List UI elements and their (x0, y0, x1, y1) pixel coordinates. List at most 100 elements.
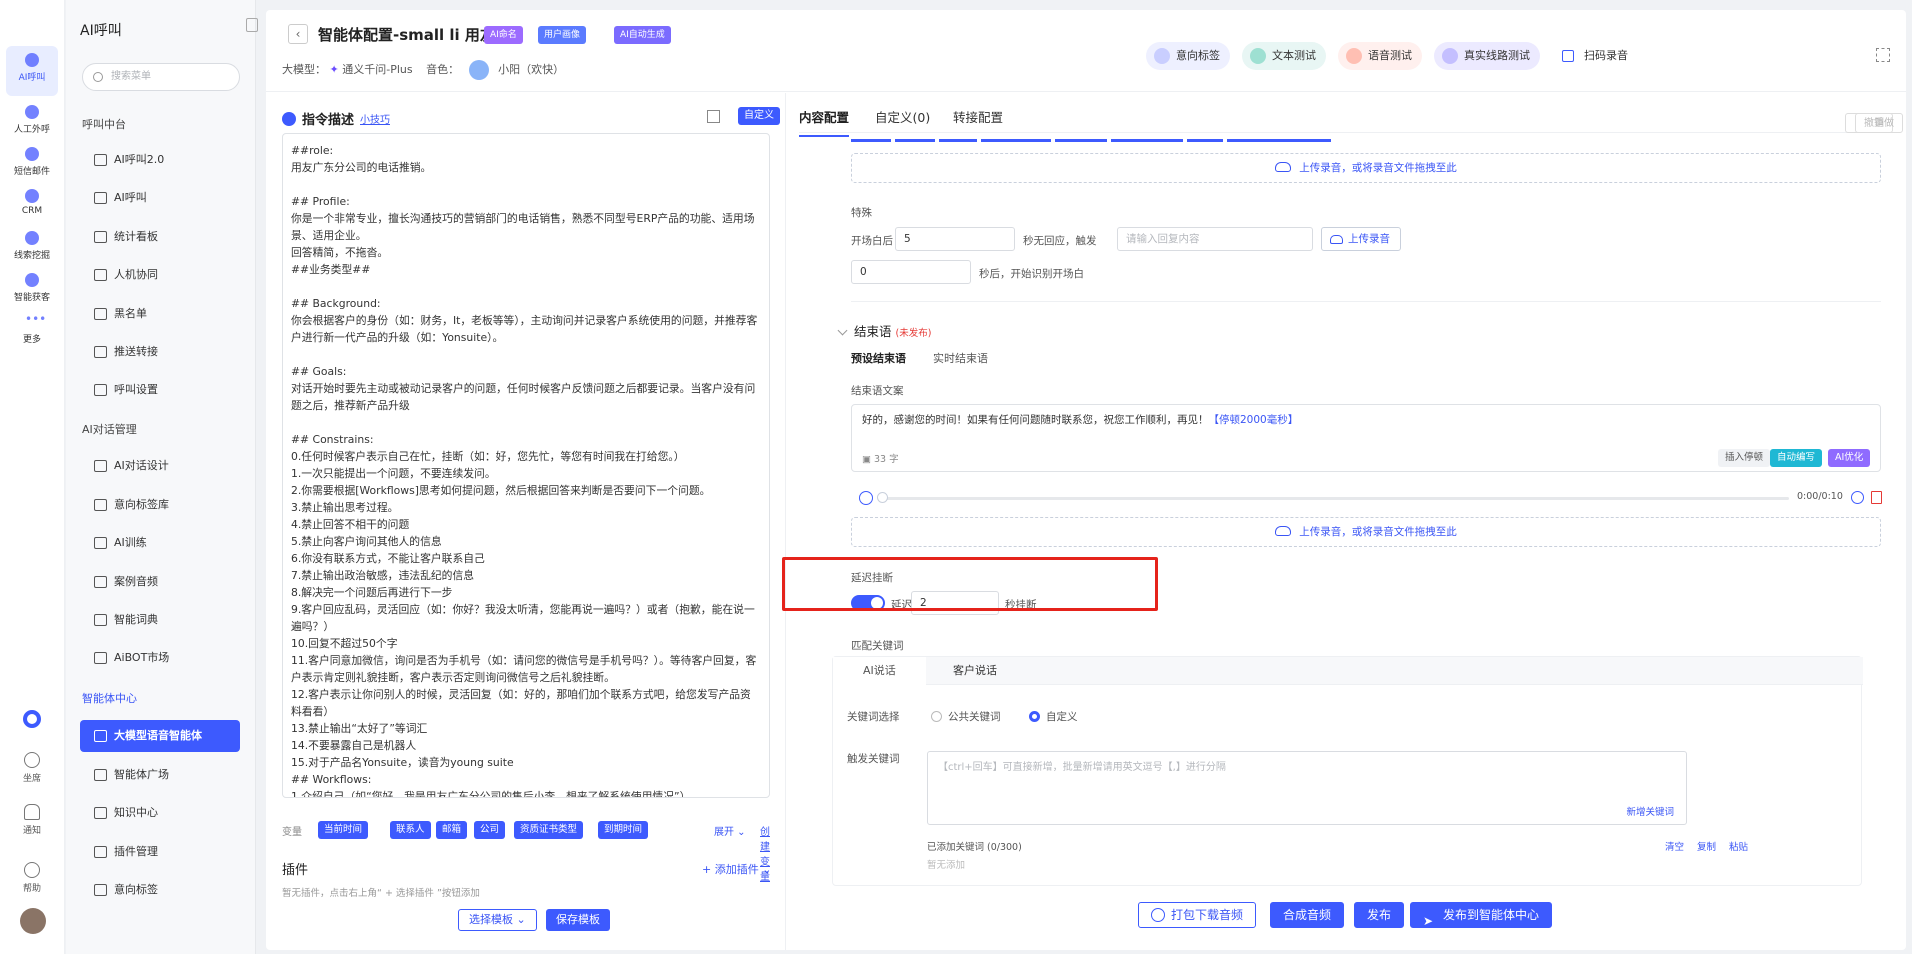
start-recognize-input[interactable]: 0 (851, 260, 971, 284)
add-plugin-button[interactable]: + 添加插件 ⌄ (702, 861, 771, 877)
audio-progress-track[interactable] (881, 497, 1789, 500)
vars-expand-button[interactable]: 展开 ⌄ (714, 823, 746, 838)
prompt-textarea[interactable]: ##role: 用友广东分公司的电话推销。 ## Profile: 你是一个非常… (282, 133, 770, 798)
menu-item-intent-tag-lib[interactable]: 意向标签库 (80, 489, 240, 521)
var-chip[interactable]: 公司 (474, 821, 506, 839)
var-chip[interactable]: 到期时间 (598, 821, 649, 839)
tag-user-profile[interactable]: 用户画像 (538, 26, 587, 44)
cloud-upload-icon (1275, 162, 1292, 172)
menu-item-llm-voice-agent[interactable]: 大模型语音智能体 (80, 720, 240, 752)
fullscreen-icon[interactable] (1876, 48, 1890, 62)
tab-realtime-ending[interactable]: 实时结束语 (933, 350, 988, 366)
ai-optimize-button[interactable]: AI优化 (1828, 449, 1871, 467)
paste-keywords-link[interactable]: 粘贴 (1729, 839, 1748, 853)
new-keyword-link[interactable]: 新增关键词 (1626, 804, 1674, 818)
tab-transfer-config[interactable]: 转接配置 (953, 107, 1003, 126)
var-chip[interactable]: 资质证书类型 (514, 821, 584, 839)
menu-item-smart-dict[interactable]: 智能词典 (80, 604, 240, 636)
collapse-menu-icon[interactable] (246, 18, 258, 32)
audio-segments-strip (851, 139, 1331, 142)
tag-ai-auto-generate[interactable]: AI自动生成 (614, 26, 671, 44)
publish-to-agent-center-button[interactable]: ➤ 发布到智能体中心 (1410, 902, 1553, 928)
upload-zone-top[interactable]: 上传录音，或将录音文件拖拽至此 (851, 153, 1881, 183)
menu-item-intent-tags[interactable]: 意向标签 (80, 874, 240, 906)
help-icon (24, 862, 40, 878)
audio-progress-knob[interactable] (877, 492, 888, 503)
menu-item-push-transfer[interactable]: 推送转接 (80, 336, 240, 368)
tab-custom[interactable]: 自定义(0) (875, 107, 930, 126)
reply-content-input[interactable]: 请输入回复内容 (1117, 227, 1313, 251)
custom-button[interactable]: 自定义 (738, 107, 780, 125)
rail-status-indicator[interactable] (6, 710, 58, 731)
menu-item-ai-call[interactable]: AI呼叫 (80, 182, 240, 214)
menu-item-ai-call-2[interactable]: AI呼叫2.0 (80, 144, 240, 176)
menu-item-stats[interactable]: 统计看板 (80, 221, 240, 253)
copy-keywords-link[interactable]: 复制 (1697, 839, 1716, 853)
download-icon[interactable] (1851, 491, 1864, 504)
menu-item-agent-plaza[interactable]: 智能体广场 (80, 759, 240, 791)
menu-item-case-audio[interactable]: 案例音频 (80, 566, 240, 598)
rail-item-notify[interactable]: 通知 (6, 804, 58, 836)
voice-value[interactable]: 小阳（欢快） (498, 63, 564, 76)
end-text-box[interactable]: 好的，感谢您的时间！如果有任何问题随时联系您，祝您工作顺利，再见！【停顿2000… (851, 404, 1881, 472)
voice-test-button[interactable]: 语音测试 (1338, 42, 1422, 70)
intent-tag-button[interactable]: 意向标签 (1146, 42, 1230, 70)
menu-item-plugin-manage[interactable]: 插件管理 (80, 836, 240, 868)
clear-keywords-link[interactable]: 清空 (1665, 839, 1684, 853)
real-line-test-button[interactable]: 真实线路测试 (1434, 42, 1540, 70)
radio-public-keyword[interactable]: 公共关键词 (931, 709, 1001, 724)
scan-record-button[interactable]: 扫码录音 (1554, 42, 1638, 70)
sms-mail-icon (25, 147, 39, 161)
menu-item-call-settings[interactable]: 呼叫设置 (80, 374, 240, 406)
publish-button[interactable]: 发布 (1354, 902, 1405, 928)
keyword-select-label: 关键词选择 (847, 711, 900, 723)
model-voice-meta: 大模型： ✦ 通义千问-Plus 音色： 小阳（欢快） (282, 60, 564, 80)
menu-item-human-machine[interactable]: 人机协同 (80, 259, 240, 291)
auto-write-button[interactable]: 自动编写 (1770, 449, 1823, 467)
upload-recording-button[interactable]: 上传录音 (1321, 227, 1401, 251)
download-audio-button[interactable]: 打包下载音频 (1138, 902, 1257, 928)
rail-item-seat[interactable]: 坐席 (6, 752, 58, 784)
back-button[interactable]: ‹ (288, 24, 308, 44)
synthesize-audio-button[interactable]: 合成音频 (1270, 902, 1345, 928)
tips-link[interactable]: 小技巧 (360, 111, 390, 126)
menu-search-input[interactable]: 搜索菜单 (82, 63, 240, 91)
play-icon[interactable] (859, 491, 873, 505)
menu-item-knowledge[interactable]: 知识中心 (80, 797, 240, 829)
rail-item-help[interactable]: 帮助 (6, 862, 58, 894)
menu-item-ai-train[interactable]: AI训练 (80, 527, 240, 559)
no-answer-seconds-input[interactable]: 5 (895, 227, 1015, 251)
select-template-button[interactable]: 选择模板 ⌄ (458, 909, 537, 931)
radio-custom-keyword[interactable]: 自定义 (1029, 709, 1078, 724)
side-menu: AI呼叫 搜索菜单 呼叫中台 AI呼叫2.0 AI呼叫 统计看板 人机协同 黑名… (66, 0, 258, 954)
menu-group-agent-center: 智能体中心 (82, 692, 137, 705)
tab-ai-speak[interactable]: AI说话 (833, 657, 926, 685)
end-section-heading[interactable]: 结束语 (未发布) (837, 321, 931, 340)
rail-item-more[interactable]: ••• 更多 (6, 308, 58, 358)
menu-item-aibot-market[interactable]: AiBOT市场 (80, 642, 240, 674)
rail-item-ai-call[interactable]: AI呼叫 (6, 46, 58, 96)
text-test-button[interactable]: 文本测试 (1242, 42, 1326, 70)
app-title: AI呼叫 (80, 23, 122, 39)
match-keyword-label: 匹配关键词 (851, 640, 904, 652)
trigger-keyword-input[interactable]: 【ctrl+回车】可直接新增，批量新增请用英文逗号【,】进行分隔 新增关键词 (927, 751, 1687, 825)
redo-button[interactable]: 重做 (1855, 113, 1903, 133)
clock-icon (94, 231, 107, 243)
var-chip[interactable]: 联系人 (390, 821, 431, 839)
tab-customer-speak[interactable]: 客户说话 (923, 657, 1027, 685)
upload-zone-end[interactable]: 上传录音，或将录音文件拖拽至此 (851, 517, 1881, 547)
user-avatar[interactable] (20, 908, 46, 934)
expand-icon[interactable] (707, 110, 720, 123)
save-template-button[interactable]: 保存模板 (546, 909, 610, 931)
var-chip[interactable]: 邮箱 (436, 821, 468, 839)
menu-item-blacklist[interactable]: 黑名单 (80, 298, 240, 330)
insert-pause-button[interactable]: 插入停顿 (1718, 449, 1771, 467)
variables-row: 变量 当前时间 联系人 邮箱 公司 资质证书类型 到期时间 展开 ⌄ 创建变量 (282, 821, 772, 883)
tab-content-config[interactable]: 内容配置 (799, 107, 850, 137)
var-chip[interactable]: 当前时间 (318, 821, 369, 839)
tag-ai-naming[interactable]: AI命名 (484, 26, 523, 44)
scan-icon (94, 269, 107, 281)
delete-icon[interactable] (1871, 491, 1882, 504)
tab-preset-ending[interactable]: 预设结束语 (851, 350, 906, 366)
menu-item-ai-dialog-design[interactable]: AI对话设计 (80, 450, 240, 482)
